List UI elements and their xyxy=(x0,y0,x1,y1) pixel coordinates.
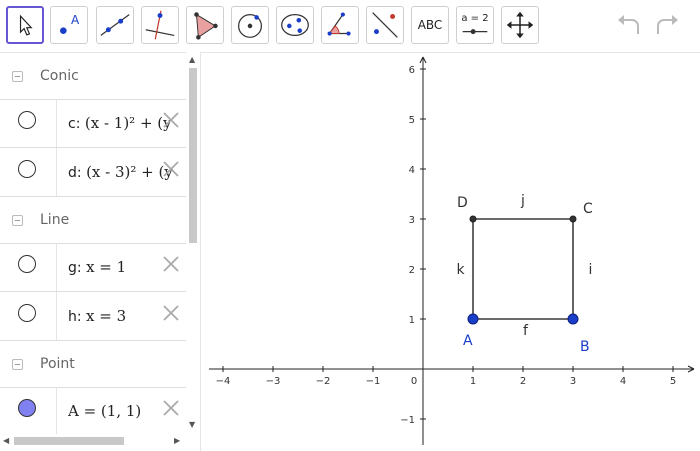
point-tool-letter: A xyxy=(71,13,80,27)
delete-icon[interactable] xyxy=(160,302,182,324)
circle-tool-button[interactable] xyxy=(231,6,269,44)
point-label-A: A xyxy=(463,333,473,349)
point-A[interactable] xyxy=(467,313,479,325)
move-tool-button[interactable] xyxy=(6,6,44,44)
algebra-item-c[interactable]: c: (x - 1)² + (y xyxy=(0,99,186,148)
collapse-icon[interactable] xyxy=(12,215,23,226)
delete-icon[interactable] xyxy=(160,253,182,275)
delete-icon[interactable] xyxy=(160,109,182,131)
x-tick-label: −1 xyxy=(366,376,381,387)
visibility-toggle-icon[interactable] xyxy=(18,304,36,322)
perpendicular-line-tool-button[interactable] xyxy=(141,6,179,44)
line-tool-button[interactable] xyxy=(96,6,134,44)
slider-tool-button[interactable]: a = 2 xyxy=(456,6,494,44)
algebra-item-g[interactable]: g: x = 1 xyxy=(0,243,186,292)
polygon-icon xyxy=(194,12,218,40)
scrollbar-thumb[interactable] xyxy=(189,68,197,243)
divider xyxy=(56,99,57,147)
line-through-two-points-icon xyxy=(100,14,130,36)
collapse-icon[interactable] xyxy=(12,359,23,370)
divider xyxy=(56,148,57,196)
text-tool-button[interactable]: ABC xyxy=(411,6,449,44)
point-B[interactable] xyxy=(567,313,579,325)
collapse-icon[interactable] xyxy=(12,71,23,82)
group-label: Line xyxy=(40,212,70,228)
x-tick-label: 2 xyxy=(520,376,526,387)
y-tick-label: 6 xyxy=(409,65,415,76)
algebra-item-h[interactable]: h: x = 3 xyxy=(0,292,186,341)
group-header-line[interactable]: Line xyxy=(0,197,186,244)
x-tick-label: 1 xyxy=(470,376,476,387)
conic-tool-button[interactable] xyxy=(276,6,314,44)
y-tick-label: 1 xyxy=(409,315,415,326)
move-arrows-icon xyxy=(506,11,534,39)
text-tool-label: ABC xyxy=(417,18,443,32)
undo-button[interactable] xyxy=(614,10,644,40)
undo-icon xyxy=(618,15,639,34)
group-header-point[interactable]: Point xyxy=(0,341,186,388)
point-tool-button[interactable]: A xyxy=(50,6,88,44)
point-icon xyxy=(60,27,67,34)
toolbar: A ABC a = 2 xyxy=(0,0,700,52)
scroll-right-icon[interactable]: ▶ xyxy=(174,436,180,445)
x-tick-label: −3 xyxy=(266,376,281,387)
cursor-arrow-icon xyxy=(19,14,33,36)
delete-icon[interactable] xyxy=(160,158,182,180)
graphics-view[interactable]: −4 −3 −2 −1 0 1 2 3 4 5 6 5 4 3 2 1 −1 f i j k A B C D xyxy=(201,52,700,451)
visibility-toggle-icon[interactable] xyxy=(18,399,36,417)
x-tick-label: −4 xyxy=(216,376,231,387)
y-tick-label: 4 xyxy=(409,165,415,176)
delete-icon[interactable] xyxy=(160,397,182,419)
scrollbar-thumb[interactable] xyxy=(14,437,124,445)
point-label-B: B xyxy=(580,339,590,355)
segment-label-j: j xyxy=(520,193,525,209)
scroll-up-icon[interactable]: ▲ xyxy=(189,55,195,64)
algebra-view: Conic c: (x - 1)² + (y d: (x - 3)² + (y … xyxy=(0,52,201,451)
reflect-about-line-icon xyxy=(372,12,398,38)
scroll-left-icon[interactable]: ◀ xyxy=(3,436,9,445)
point-D[interactable] xyxy=(469,215,477,223)
redo-icon xyxy=(657,15,678,34)
x-tick-label: 4 xyxy=(620,376,626,387)
divider xyxy=(56,292,57,340)
x-tick-label: 0 xyxy=(411,376,417,387)
coordinate-plane[interactable]: −4 −3 −2 −1 0 1 2 3 4 5 6 5 4 3 2 1 −1 f i j k A B C D xyxy=(201,53,700,451)
segment-label-f: f xyxy=(523,323,529,339)
segment-label-i: i xyxy=(589,262,593,278)
slider-icon xyxy=(462,29,488,35)
y-tick-label: 3 xyxy=(409,215,415,226)
ellipse-icon xyxy=(281,13,309,37)
reflect-tool-button[interactable] xyxy=(366,6,404,44)
divider xyxy=(56,387,57,435)
algebra-item-d[interactable]: d: (x - 3)² + (y xyxy=(0,148,186,197)
x-tick-label: 5 xyxy=(670,376,676,387)
circle-with-center-icon xyxy=(238,13,262,38)
y-tick-label: 5 xyxy=(409,115,415,126)
group-label: Point xyxy=(40,356,75,372)
algebra-item-A[interactable]: A = (1, 1) xyxy=(0,387,186,436)
visibility-toggle-icon[interactable] xyxy=(18,111,36,129)
segment-label-k: k xyxy=(456,262,465,278)
angle-icon xyxy=(327,12,351,36)
move-graphics-view-tool-button[interactable] xyxy=(501,6,539,44)
polygon-tool-button[interactable] xyxy=(186,6,224,44)
perpendicular-line-icon xyxy=(145,10,175,40)
x-tick-label: 3 xyxy=(570,376,576,387)
visibility-toggle-icon[interactable] xyxy=(18,160,36,178)
scroll-down-icon[interactable]: ▼ xyxy=(189,420,195,429)
point-label-D: D xyxy=(457,195,468,211)
algebra-vertical-scrollbar[interactable]: ▲ ▼ xyxy=(186,52,200,434)
angle-tool-button[interactable] xyxy=(321,6,359,44)
divider xyxy=(56,243,57,291)
algebra-horizontal-scrollbar[interactable]: ◀ ▶ xyxy=(0,434,186,448)
y-tick-label: −1 xyxy=(400,415,415,426)
point-label-C: C xyxy=(583,201,593,217)
point-C[interactable] xyxy=(569,215,577,223)
visibility-toggle-icon[interactable] xyxy=(18,255,36,273)
x-tick-label: −2 xyxy=(316,376,331,387)
redo-button[interactable] xyxy=(652,10,682,40)
group-header-conic[interactable]: Conic xyxy=(0,53,186,100)
y-tick-label: 2 xyxy=(409,265,415,276)
group-label: Conic xyxy=(40,68,79,84)
